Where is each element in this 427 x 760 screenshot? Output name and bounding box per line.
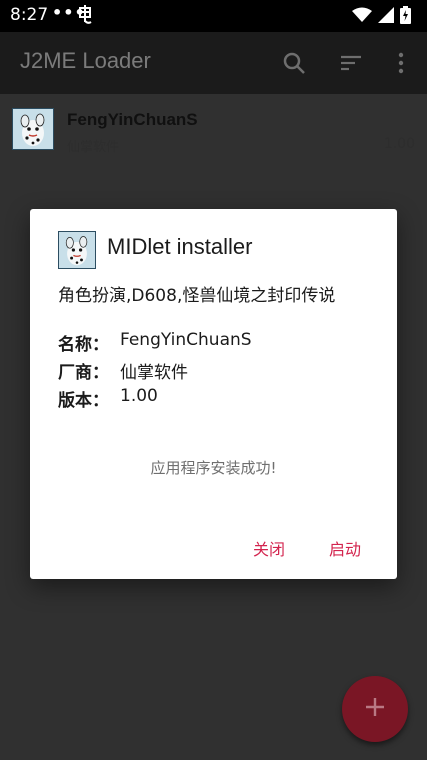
field-version-label: 版本：: [58, 391, 109, 411]
sort-icon[interactable]: [338, 50, 364, 76]
dalmatian-app-icon: [58, 231, 96, 269]
field-name-label: 名称：: [58, 335, 109, 355]
close-button[interactable]: 关闭: [253, 536, 285, 560]
dialog-description: 角色扮演,D608,怪兽仙境之封印传说: [58, 286, 336, 306]
wifi-icon: [352, 7, 372, 27]
list-item-version: 1.00: [383, 136, 415, 152]
add-icon: [364, 696, 386, 722]
app-bar: J2ME Loader: [0, 32, 427, 94]
battery-charging-icon: [400, 6, 411, 28]
install-success-message: 应用程序安装成功!: [150, 459, 277, 477]
search-icon[interactable]: [281, 50, 307, 76]
field-name-value: FengYinChuanS: [120, 330, 252, 350]
dialog-title: MIDlet installer: [107, 234, 253, 259]
field-version: 版本： 1.00: [58, 386, 158, 411]
notification-app-icon: [76, 4, 94, 26]
field-vendor-label: 厂商：: [58, 363, 109, 383]
list-item-vendor: 仙掌软件: [67, 140, 120, 155]
field-version-value: 1.00: [120, 386, 158, 406]
field-vendor-value: 仙掌软件: [120, 363, 188, 383]
install-dialog: MIDlet installer 角色扮演,D608,怪兽仙境之封印传说 名称：…: [30, 209, 397, 579]
list-item-title: FengYinChuanS: [67, 110, 198, 129]
dalmatian-app-icon: [12, 108, 54, 150]
status-bar: 8:27 •••: [0, 0, 427, 32]
more-vert-icon[interactable]: [388, 50, 414, 76]
signal-icon: [378, 7, 394, 27]
field-vendor: 厂商： 仙掌软件: [58, 358, 188, 383]
list-item[interactable]: FengYinChuanS 仙掌软件 1.00: [0, 94, 427, 158]
field-name: 名称： FengYinChuanS: [58, 330, 252, 355]
add-app-button[interactable]: [342, 676, 408, 742]
status-icons: [352, 6, 411, 28]
app-title: J2ME Loader: [20, 48, 151, 73]
status-time: 8:27: [10, 5, 49, 25]
launch-button[interactable]: 启动: [329, 536, 361, 560]
